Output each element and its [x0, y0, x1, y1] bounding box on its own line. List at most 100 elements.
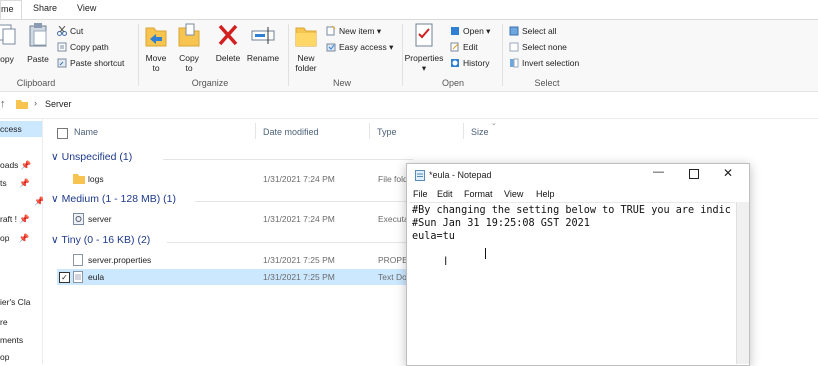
- ribbon-tabs: me Share View: [0, 0, 818, 20]
- select-none-button[interactable]: Select none: [509, 41, 567, 53]
- column-header-type[interactable]: Type: [377, 127, 397, 137]
- tab-home[interactable]: me: [0, 0, 22, 19]
- chevron-down-icon: ▾: [389, 42, 394, 52]
- notepad-titlebar[interactable]: *eula - Notepad — ✕: [407, 164, 749, 186]
- up-arrow-icon[interactable]: ↑: [0, 98, 6, 110]
- edit-button[interactable]: Edit: [450, 41, 478, 53]
- open-button[interactable]: Open ▾: [450, 25, 490, 37]
- column-header-size[interactable]: Size: [471, 127, 489, 137]
- group-header-medium[interactable]: ∨ Medium (1 - 128 MB) (1): [51, 193, 176, 205]
- breadcrumb-chevron-icon: ›: [34, 98, 37, 108]
- ribbon-separator: [288, 24, 289, 86]
- chevron-down-icon: ∨: [51, 234, 59, 246]
- move-to-button[interactable]: Move to: [142, 22, 170, 73]
- cut-button[interactable]: Cut: [57, 25, 83, 37]
- edit-icon: [450, 42, 460, 52]
- file-row-server-properties[interactable]: server.properties 1/31/2021 7:25 PM PROP…: [63, 252, 423, 268]
- history-icon: [450, 58, 460, 68]
- nav-item-quick-access[interactable]: ccess: [0, 121, 42, 137]
- nav-item-draft[interactable]: raft ! 📌: [0, 214, 30, 225]
- new-item-button[interactable]: New item ▾: [326, 25, 381, 37]
- notepad-text-area[interactable]: #By changing the setting below to TRUE y…: [409, 202, 735, 364]
- column-divider: [369, 123, 370, 139]
- chevron-down-icon: ▾: [376, 26, 382, 36]
- copy-path-button[interactable]: Copy path: [57, 41, 109, 53]
- open-icon: [450, 26, 460, 36]
- clipboard-icon: [25, 22, 51, 50]
- group-label-new: New: [332, 78, 351, 88]
- copy-to-button[interactable]: Copy to: [175, 22, 203, 73]
- menu-edit[interactable]: Edit: [437, 189, 453, 199]
- address-bar[interactable]: ↑ › Server: [0, 92, 818, 119]
- tab-share[interactable]: Share: [33, 3, 57, 13]
- select-all-button[interactable]: Select all: [509, 25, 557, 37]
- new-item-icon: [326, 25, 336, 36]
- nav-item-desktop-2[interactable]: op: [0, 352, 9, 362]
- text-caret: [485, 248, 486, 259]
- menu-help[interactable]: Help: [536, 189, 555, 199]
- properties-button[interactable]: Properties ▾: [404, 22, 444, 73]
- new-folder-icon: [291, 22, 321, 50]
- easy-access-icon: [326, 42, 336, 52]
- chevron-down-icon: ∨: [51, 193, 59, 205]
- select-none-icon: [509, 42, 519, 52]
- notepad-menubar: File Edit Format View Help: [407, 187, 749, 201]
- menu-format[interactable]: Format: [464, 189, 493, 199]
- navigation-pane: ccess oads 📌 ts 📌 📌 raft ! 📌 op 📌 ier's …: [0, 119, 45, 364]
- notepad-title: *eula - Notepad: [429, 170, 492, 180]
- maximize-icon[interactable]: [689, 169, 699, 179]
- notepad-scrollbar[interactable]: [736, 202, 749, 364]
- close-icon[interactable]: ✕: [723, 166, 733, 180]
- copy-button[interactable]: opy: [0, 22, 18, 64]
- file-row-eula[interactable]: ✓ eula 1/31/2021 7:25 PM Text Document: [57, 269, 423, 285]
- copy-icon: [0, 22, 18, 48]
- file-row-logs[interactable]: logs 1/31/2021 7:24 PM File folder: [63, 171, 423, 187]
- folder-icon: [73, 173, 85, 186]
- nav-item-desktop[interactable]: op 📌: [0, 233, 29, 244]
- group-header-unspecified[interactable]: ∨ Unspecified (1): [51, 151, 132, 163]
- breadcrumb-server[interactable]: Server: [45, 99, 72, 109]
- column-divider: [255, 123, 256, 139]
- file-row-server[interactable]: server 1/31/2021 7:24 PM Executable: [63, 211, 423, 227]
- column-header-date[interactable]: Date modified: [263, 127, 319, 137]
- paste-shortcut-button[interactable]: Paste shortcut: [57, 57, 124, 69]
- invert-selection-button[interactable]: Invert selection: [509, 57, 579, 69]
- checkbox-checked-icon[interactable]: ✓: [59, 272, 70, 283]
- minimize-icon[interactable]: —: [653, 166, 664, 178]
- nav-item-clan[interactable]: ier's Cla: [0, 297, 30, 307]
- menu-view[interactable]: View: [504, 189, 523, 199]
- delete-button[interactable]: Delete: [213, 22, 243, 63]
- ribbon-separator: [138, 24, 139, 86]
- select-all-checkbox[interactable]: [57, 128, 68, 139]
- group-divider: [195, 201, 413, 202]
- rename-button[interactable]: Rename: [246, 22, 280, 63]
- properties-icon: [404, 22, 444, 50]
- group-header-tiny[interactable]: ∨ Tiny (0 - 16 KB) (2): [51, 234, 150, 246]
- rename-icon: [246, 22, 280, 50]
- nav-item-documents[interactable]: ts 📌: [0, 178, 30, 189]
- tab-view[interactable]: View: [77, 3, 96, 13]
- column-header-name[interactable]: Name: [74, 127, 98, 137]
- new-folder-button[interactable]: New folder: [291, 22, 321, 73]
- file-icon: [73, 254, 83, 268]
- nav-item-downloads[interactable]: oads 📌: [0, 160, 31, 171]
- nav-item-store[interactable]: re: [0, 317, 8, 327]
- column-divider: [463, 123, 464, 139]
- history-button[interactable]: History: [450, 57, 489, 69]
- executable-icon: [73, 213, 84, 227]
- nav-item-documents-2[interactable]: ments: [0, 335, 23, 345]
- ribbon-separator: [402, 24, 403, 86]
- menu-file[interactable]: File: [413, 189, 428, 199]
- easy-access-button[interactable]: Easy access ▾: [326, 41, 393, 53]
- notepad-window[interactable]: *eula - Notepad — ✕ File Edit Format Vie…: [406, 163, 750, 366]
- chevron-down-icon: ▾: [421, 63, 427, 73]
- i-beam-cursor-icon: I: [444, 254, 448, 268]
- group-divider: [167, 242, 413, 243]
- pin-icon: 📌: [19, 178, 30, 188]
- sort-chevron-icon: ⌄: [491, 120, 497, 127]
- pin-icon: 📌: [19, 214, 30, 224]
- paste-button[interactable]: Paste: [25, 22, 51, 64]
- scissors-icon: [57, 25, 67, 36]
- copy-path-icon: [57, 42, 67, 52]
- nav-item-pictures[interactable]: 📌: [0, 196, 45, 207]
